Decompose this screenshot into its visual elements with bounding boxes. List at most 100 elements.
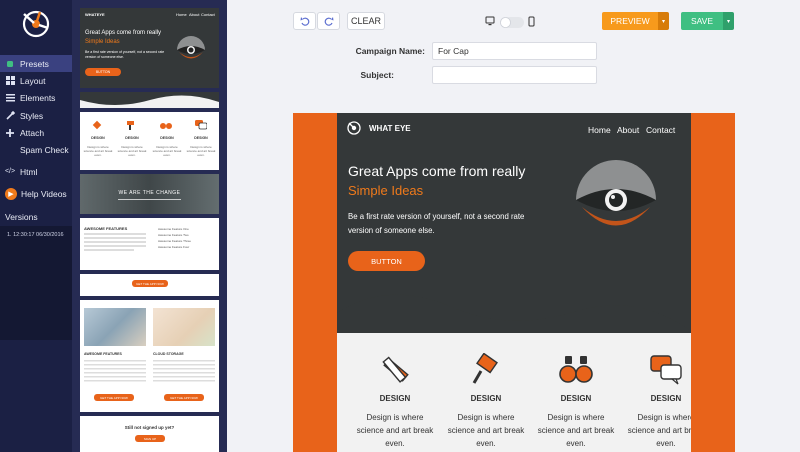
nav-home-link[interactable]: Home <box>588 125 611 135</box>
template-nav-contact: Contact <box>201 12 215 17</box>
mobile-icon <box>528 16 535 27</box>
hero-subtitle: Simple Ideas <box>348 183 424 198</box>
binoculars-icon <box>160 123 172 129</box>
sidebar-item-help-videos[interactable]: ▶ Help Videos <box>0 185 72 202</box>
sidebar-item-styles[interactable]: Styles <box>0 107 72 124</box>
template-features-list[interactable]: AWESOME FEATURES Awesome Feature One Awe… <box>80 218 219 270</box>
brand-logo-icon <box>347 121 361 135</box>
template-four-icons[interactable]: DESIGN DESIGN DESIGN DESIGN Design is wh… <box>80 112 219 170</box>
template-col-left-button: GET THE APP NOW <box>94 394 134 401</box>
clear-button[interactable]: CLEAR <box>347 12 385 30</box>
sidebar-item-presets[interactable]: Presets <box>0 55 72 72</box>
template-desc: Be a first rate version of yourself, not… <box>85 50 165 59</box>
binoculars-icon <box>559 356 593 383</box>
template-brand: WHATEYE <box>85 12 105 17</box>
template-button: BUTTON <box>85 68 121 76</box>
preview-button[interactable]: PREVIEW <box>602 12 658 30</box>
template-col-left-title: AWESOME FEATURES <box>84 352 122 356</box>
email-canvas: WHAT EYE Home About Contact Great Apps c… <box>293 113 735 452</box>
attach-icon <box>5 128 15 138</box>
template-banner[interactable]: WE ARE THE CHANGE <box>80 174 219 214</box>
brand-name: WHAT EYE <box>369 123 411 133</box>
template-panel: WHATEYE Home About Contact Great Apps co… <box>72 0 227 452</box>
template-col-right-title: CLOUD STORAGE <box>153 352 184 356</box>
paint-roller-icon <box>127 121 134 130</box>
template-icon-desc: Design is where science and art break ev… <box>186 145 216 157</box>
template-signup[interactable]: Still not signed up yet? SIGN UP <box>80 416 219 452</box>
template-nav-about: About <box>189 12 200 17</box>
nav-about-link[interactable]: About <box>617 125 639 135</box>
template-wave[interactable] <box>80 92 219 108</box>
paint-roller-icon <box>472 353 498 384</box>
feature-card[interactable]: DESIGN Design is where science and art b… <box>446 353 526 450</box>
sidebar-item-layout[interactable]: Layout <box>0 72 72 89</box>
template-features-heading: AWESOME FEATURES <box>84 226 128 231</box>
template-title: Great Apps come from really <box>85 30 162 36</box>
campaign-name-input[interactable] <box>432 42 597 60</box>
template-cta-button: GET THE APP NOW <box>132 280 168 287</box>
template-icon-desc: Design is where science and art break ev… <box>117 145 147 157</box>
sidebar-item-label: Spam Check <box>20 144 69 155</box>
pencil-ruler-icon <box>92 120 102 130</box>
elements-icon <box>5 93 15 103</box>
template-feature-item: Awesome Feature Four <box>158 245 190 249</box>
feature-title: DESIGN <box>650 394 682 403</box>
email-body[interactable]: WHAT EYE Home About Contact Great Apps c… <box>337 113 691 452</box>
eye-logo-icon <box>177 36 205 59</box>
layout-icon <box>5 76 15 86</box>
sidebar-item-spam-check[interactable]: Spam Check <box>0 141 72 158</box>
version-item[interactable]: 1. 12:30:17 06/30/2016 <box>0 226 72 238</box>
template-signup-title: Still not signed up yet? <box>124 425 175 430</box>
campaign-name-label: Campaign Name: <box>355 46 425 56</box>
left-sidebar: Presets Layout Elements Styles Attach Sp… <box>0 0 72 452</box>
sidebar-item-label: Layout <box>20 75 46 86</box>
subject-input[interactable] <box>432 66 597 84</box>
feature-title: DESIGN <box>470 394 502 403</box>
laptop-photo <box>84 308 146 346</box>
spam-check-icon <box>5 145 15 155</box>
caret-down-icon: ▾ <box>726 18 730 25</box>
redo-button[interactable] <box>317 12 340 30</box>
template-icon-label: DESIGN <box>194 136 208 140</box>
versions-title: Versions <box>5 212 38 222</box>
feature-card[interactable]: DESIGN Design is where science and art b… <box>626 353 691 450</box>
wave-shape <box>80 92 219 105</box>
preview-dropdown-button[interactable]: ▾ <box>658 12 669 30</box>
feature-card[interactable]: DESIGN Design is where science and art b… <box>536 353 616 450</box>
template-subtitle: Simple Ideas <box>85 39 120 45</box>
redo-icon <box>324 17 333 26</box>
pencil-ruler-icon <box>382 356 409 383</box>
sidebar-item-label: Styles <box>20 110 44 121</box>
chat-bubbles-icon <box>650 355 682 385</box>
template-nav-home: Home <box>176 12 187 17</box>
sidebar-item-label: Attach <box>20 127 45 138</box>
feature-description: Design is where science and art break ev… <box>356 413 434 448</box>
sidebar-item-html[interactable]: </> Html <box>0 163 72 180</box>
template-icon-desc: Design is where science and art break ev… <box>83 145 113 157</box>
template-icon-label: DESIGN <box>91 136 105 140</box>
template-two-columns[interactable]: AWESOME FEATURES CLOUD STORAGE GET THE A… <box>80 300 219 412</box>
template-col-right-button: GET THE APP NOW <box>164 394 204 401</box>
sidebar-item-elements[interactable]: Elements <box>0 89 72 106</box>
hero-button[interactable]: BUTTON <box>348 251 425 271</box>
cloud-photo <box>153 308 215 346</box>
save-button[interactable]: SAVE <box>681 12 723 30</box>
template-cta[interactable]: GET THE APP NOW <box>80 274 219 296</box>
sidebar-item-label: Elements <box>20 92 56 103</box>
email-brand[interactable]: WHAT EYE <box>347 121 411 135</box>
desktop-icon <box>485 16 495 26</box>
undo-button[interactable] <box>293 12 316 30</box>
chat-bubbles-icon <box>195 120 207 130</box>
nav-contact-link[interactable]: Contact <box>646 125 675 135</box>
feature-description: Design is where science and art break ev… <box>447 413 525 448</box>
sidebar-item-attach[interactable]: Attach <box>0 124 72 141</box>
sidebar-item-label: Html <box>20 166 38 177</box>
subject-label: Subject: <box>360 70 394 80</box>
feature-title: DESIGN <box>560 394 592 403</box>
save-dropdown-button[interactable]: ▾ <box>723 12 734 30</box>
sidebar-item-label: Help Videos <box>21 188 67 199</box>
feature-card[interactable]: DESIGN Design is where science and art b… <box>355 353 435 450</box>
sidebar-item-label: Presets <box>20 58 49 69</box>
undo-icon <box>300 17 309 26</box>
template-hero[interactable]: WHATEYE Home About Contact Great Apps co… <box>80 8 219 88</box>
